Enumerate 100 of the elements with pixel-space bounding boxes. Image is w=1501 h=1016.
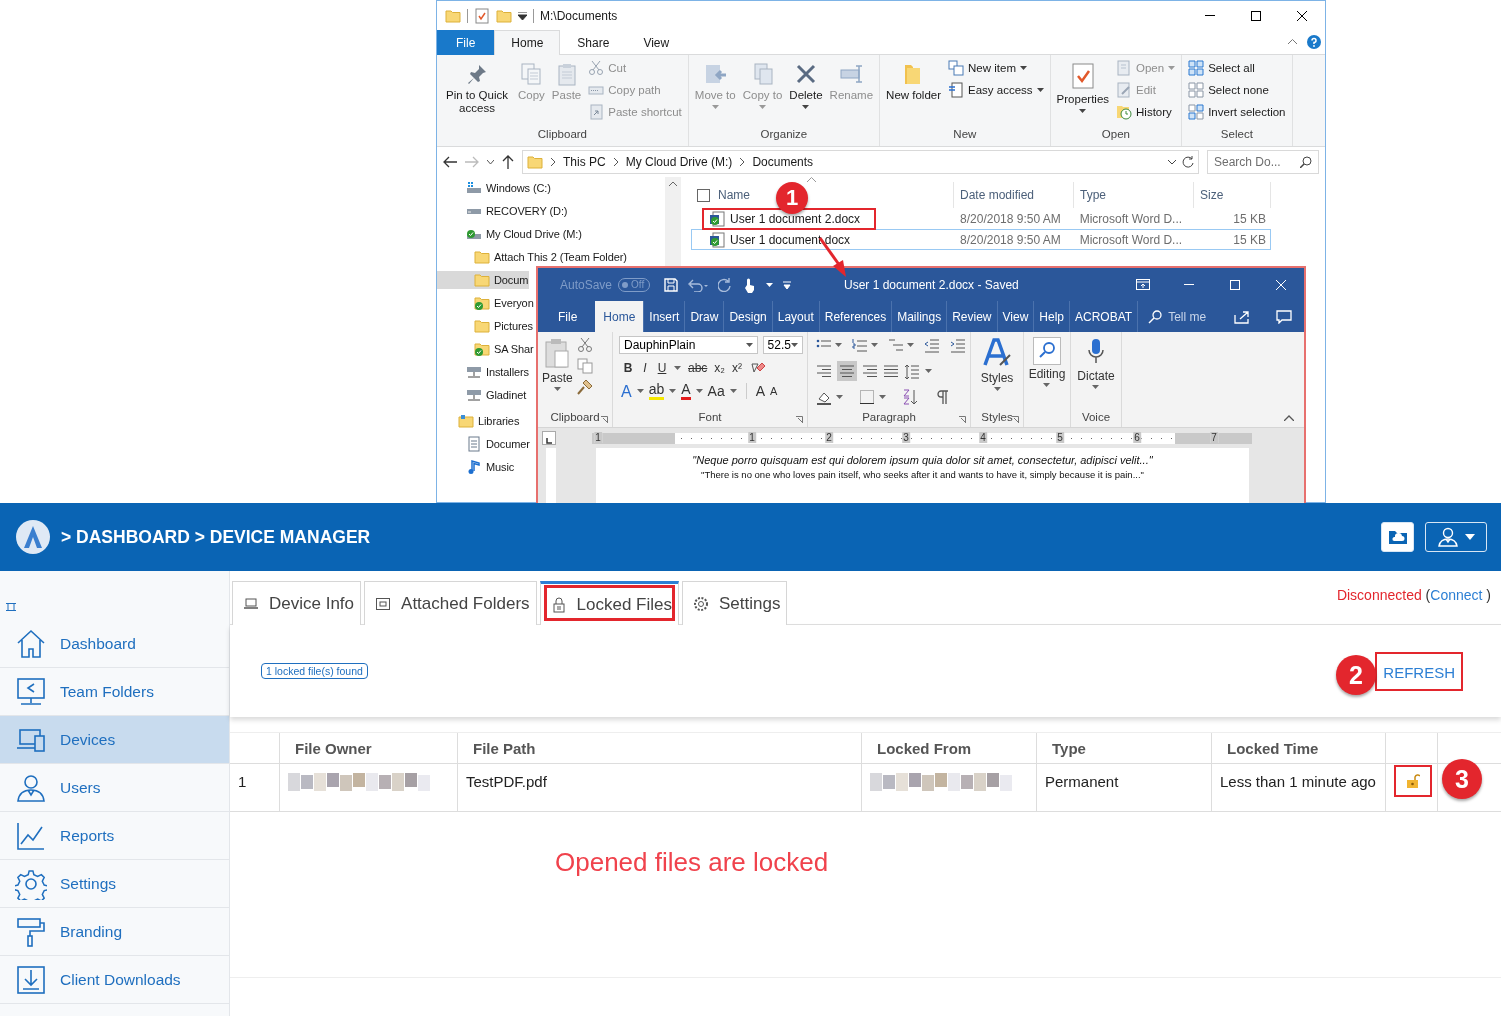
caret-icon bbox=[766, 282, 774, 287]
sidebar-item[interactable]: Client Downloads bbox=[0, 956, 229, 1004]
font-name-field[interactable]: DauphinPlain bbox=[619, 336, 758, 354]
new-item-icon bbox=[948, 60, 965, 76]
refresh-button[interactable]: REFRESH bbox=[1375, 651, 1463, 691]
nav-item[interactable]: Documer bbox=[437, 435, 531, 453]
breadcrumb-item[interactable]: This PC bbox=[563, 155, 606, 169]
format-button[interactable]: A bbox=[681, 382, 691, 400]
ribbon-button[interactable]: Select none bbox=[1185, 80, 1289, 100]
format-button[interactable]: x² bbox=[732, 361, 743, 375]
ribbon-button[interactable]: Pin to Quick access bbox=[440, 58, 514, 115]
sidebar-item[interactable]: Devices bbox=[0, 716, 229, 764]
ribbon-button[interactable]: New item bbox=[945, 58, 1047, 78]
ribbon-button[interactable]: New folder bbox=[883, 58, 945, 102]
sidebar-item[interactable]: Users bbox=[0, 764, 229, 812]
ribbon-button[interactable]: Select all bbox=[1185, 58, 1289, 78]
undo-icon bbox=[688, 277, 709, 292]
ribbon-tab[interactable]: ACROBAT bbox=[1069, 301, 1138, 332]
increase-indent-icon bbox=[950, 337, 966, 353]
ribbon-tab[interactable]: Design bbox=[723, 301, 772, 332]
column-header: File Owner bbox=[295, 739, 372, 757]
connect-link[interactable]: Connect bbox=[1430, 587, 1483, 603]
nav-item[interactable]: My Cloud Drive (M:) bbox=[437, 225, 583, 243]
ribbon-button[interactable]: History bbox=[1113, 102, 1179, 122]
user-menu-button[interactable] bbox=[1425, 522, 1487, 552]
column-header[interactable]: Size bbox=[1200, 188, 1224, 202]
download-icon bbox=[15, 963, 47, 996]
launcher-icon bbox=[1012, 416, 1019, 423]
nav-item[interactable]: Music bbox=[437, 458, 516, 476]
file-row[interactable]: User 1 document.docx 8/20/2018 9:50 AM Microsoft Word D... 15 KB bbox=[691, 229, 1271, 250]
tab[interactable]: Settings bbox=[682, 581, 788, 625]
nav-item[interactable]: SA Shar bbox=[437, 340, 535, 358]
scroll-up-icon bbox=[669, 181, 677, 186]
ruler-number: 6 bbox=[1133, 431, 1141, 443]
format-button[interactable]: B bbox=[623, 361, 633, 375]
format-button[interactable]: A bbox=[770, 383, 778, 399]
nav-item[interactable]: Gladinet bbox=[437, 386, 528, 404]
ribbon-tab[interactable]: Home bbox=[494, 30, 561, 55]
nav-item[interactable]: Docum bbox=[437, 271, 530, 289]
address-bar[interactable]: This PC My Cloud Drive (M:) Documents bbox=[522, 150, 1199, 174]
copy-icon bbox=[576, 358, 593, 374]
format-button[interactable]: abc bbox=[688, 361, 708, 375]
breadcrumb-item[interactable]: Documents bbox=[752, 155, 814, 169]
styles-button[interactable]: Styles bbox=[980, 335, 1014, 411]
ribbon-tab[interactable]: Draw bbox=[684, 301, 724, 332]
ribbon-tab[interactable]: View bbox=[996, 301, 1034, 332]
nav-item[interactable]: Attach This 2 (Team Folder) bbox=[437, 248, 628, 266]
unlock-button[interactable] bbox=[1394, 765, 1432, 797]
ribbon-tab[interactable]: Help bbox=[1033, 301, 1069, 332]
tab[interactable]: Attached Folders bbox=[364, 581, 537, 625]
sidebar-item[interactable]: Branding bbox=[0, 908, 229, 956]
column-header[interactable]: Type bbox=[1080, 188, 1106, 202]
editing-button[interactable]: Editing bbox=[1028, 335, 1066, 411]
sidebar-item[interactable]: Dashboard bbox=[0, 620, 229, 668]
ribbon-button[interactable]: Easy access bbox=[945, 80, 1047, 100]
nav-item[interactable]: RECOVERY (D:) bbox=[437, 202, 569, 220]
ribbon-tab[interactable]: Layout bbox=[771, 301, 819, 332]
search-field[interactable]: Search Do... bbox=[1207, 150, 1319, 174]
column-header[interactable]: Name bbox=[718, 188, 750, 202]
nav-item[interactable]: Libraries bbox=[437, 412, 521, 430]
format-button[interactable]: A bbox=[755, 383, 766, 399]
format-button[interactable]: A bbox=[621, 383, 632, 399]
nav-item[interactable]: Pictures bbox=[437, 317, 534, 335]
ribbon-tab[interactable]: Mailings bbox=[891, 301, 947, 332]
ribbon-tab[interactable]: Home bbox=[595, 301, 644, 332]
bracket: ) bbox=[1486, 587, 1491, 603]
ribbon-tab[interactable]: References bbox=[818, 301, 892, 332]
format-button[interactable]: ab bbox=[648, 382, 665, 400]
ribbon-tab[interactable]: Insert bbox=[643, 301, 685, 332]
nav-item[interactable]: Windows (C:) bbox=[437, 179, 552, 197]
format-button[interactable]: x₂ bbox=[714, 361, 726, 375]
nav-item[interactable]: Installers bbox=[437, 363, 531, 381]
ribbon-button[interactable]: Properties bbox=[1053, 58, 1113, 113]
tell-me-field[interactable]: Tell me bbox=[1137, 301, 1217, 332]
ribbon-button[interactable]: Delete bbox=[786, 58, 826, 109]
font-size-field[interactable]: 52.5 bbox=[762, 336, 803, 354]
back-icon bbox=[443, 156, 457, 168]
tab-selector[interactable] bbox=[542, 431, 556, 445]
ribbon-button[interactable]: Invert selection bbox=[1185, 102, 1289, 122]
ribbon-tab[interactable]: Review bbox=[946, 301, 997, 332]
tab[interactable]: Device Info bbox=[232, 581, 362, 625]
paste-button[interactable]: Paste bbox=[542, 335, 573, 411]
sidebar-item[interactable]: Reports bbox=[0, 812, 229, 860]
dictate-button[interactable]: Dictate bbox=[1077, 335, 1115, 411]
ribbon-tab[interactable]: Share bbox=[560, 30, 627, 55]
sidebar-item[interactable]: Settings bbox=[0, 860, 229, 908]
nav-item[interactable]: Everyon bbox=[437, 294, 535, 312]
ribbon-tab[interactable]: File bbox=[538, 301, 596, 332]
format-button[interactable]: U bbox=[657, 361, 667, 375]
format-button[interactable]: I bbox=[640, 361, 650, 375]
breadcrumb-item[interactable]: My Cloud Drive (M:) bbox=[625, 155, 733, 169]
format-button[interactable]: Aa bbox=[707, 383, 725, 399]
select-all-checkbox[interactable] bbox=[697, 188, 710, 202]
open-icon bbox=[1116, 60, 1133, 76]
ribbon-tab[interactable]: View bbox=[626, 30, 687, 55]
multilevel-icon bbox=[888, 337, 904, 353]
tab[interactable]: Locked Files bbox=[539, 581, 679, 625]
cloud-folder-button[interactable] bbox=[1381, 522, 1414, 552]
column-header[interactable]: Date modified bbox=[960, 188, 1035, 202]
ribbon-tab[interactable]: File bbox=[437, 30, 495, 55]
